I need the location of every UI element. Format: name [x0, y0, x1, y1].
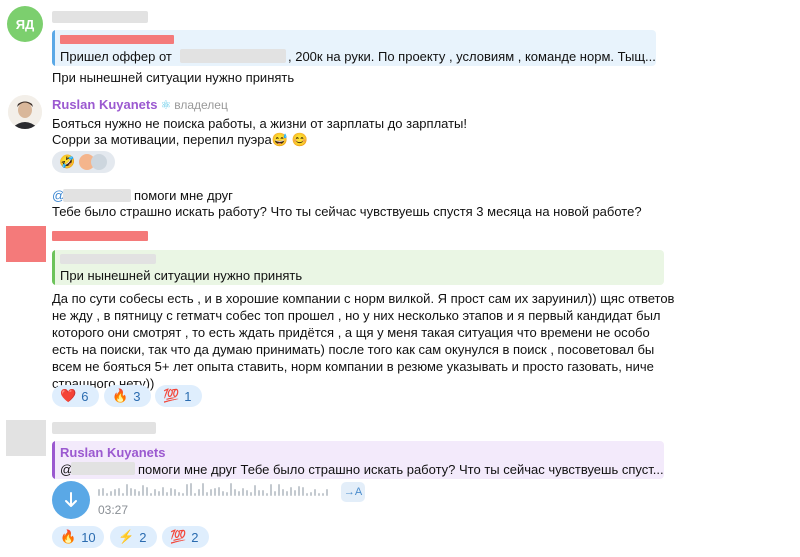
quote-author: Ruslan Kuyanets — [60, 445, 166, 460]
author-role: владелец — [174, 97, 228, 112]
voice-download-button[interactable] — [52, 481, 90, 519]
avatar[interactable]: ЯД — [7, 6, 43, 42]
message-line-2: Сорри за мотивации, перепил пуэра😅 😊 — [52, 132, 308, 147]
avatar-redacted[interactable] — [6, 420, 46, 456]
message-text: При нынешней ситуации нужно принять — [52, 70, 295, 85]
mention-redacted[interactable] — [63, 189, 131, 202]
quote-mention-redacted — [71, 462, 135, 475]
transcribe-label: →A — [343, 486, 363, 498]
reaction-hundred[interactable]: 💯 2 — [162, 526, 209, 548]
reaction-count: 2 — [191, 529, 199, 545]
message-line: всем не бояться 5+ лет опыта ставить, но… — [52, 359, 654, 374]
message-line: не жду , в пятницу с гетматч собес топ п… — [52, 308, 661, 323]
quote-text-after: , 200к на руки. По проекту , условиям , … — [288, 49, 656, 64]
message-line-1: Бояться нужно не поиска работы, а жизни … — [52, 116, 468, 131]
author-name-redacted — [52, 422, 156, 434]
download-arrow-icon — [65, 492, 77, 507]
reaction-hundred[interactable]: 💯 1 — [155, 385, 202, 407]
reaction-heart[interactable]: ❤️ 6 — [52, 385, 99, 407]
author-name-redacted — [52, 11, 148, 23]
quote-text-before: Пришел оффер от — [60, 49, 172, 64]
hundred-icon: 💯 — [163, 388, 180, 403]
reaction-count: 2 — [139, 529, 147, 545]
hundred-icon: 💯 — [170, 529, 187, 544]
quote-company-redacted — [180, 49, 286, 63]
reaction-count: 3 — [133, 388, 141, 404]
message-text: Тебе было страшно искать работу? Что ты … — [52, 204, 642, 219]
reaction-fire[interactable]: 🔥 10 — [52, 526, 104, 548]
reaction-lightning[interactable]: ⚡ 2 — [110, 526, 157, 548]
heart-icon: ❤️ — [60, 388, 77, 403]
message-line: которого они смотрят , то есть ждать при… — [52, 325, 650, 340]
message-line: Да по сути собесы есть , и в хорошие ком… — [52, 291, 675, 306]
avatar-redacted[interactable] — [6, 226, 46, 262]
voice-waveform[interactable] — [98, 482, 332, 498]
fire-icon: 🔥 — [112, 388, 129, 403]
reply-quote[interactable]: Пришел оффер от , 200к на руки. По проек… — [52, 30, 656, 66]
reaction-chip[interactable]: 🤣 — [52, 151, 115, 173]
quote-author-redacted — [60, 254, 156, 264]
lightning-icon: ⚡ — [118, 529, 135, 544]
fire-icon: 🔥 — [60, 529, 77, 544]
reply-quote[interactable]: При нынешней ситуации нужно принять — [52, 250, 664, 285]
quote-author-redacted — [60, 35, 174, 44]
reaction-emoji: 🤣 — [59, 154, 76, 169]
react-atom-icon: ⚛ — [160, 97, 172, 112]
transcribe-button[interactable]: →A — [341, 482, 365, 502]
avatar-initials: ЯД — [15, 16, 35, 32]
reaction-count: 10 — [81, 529, 96, 545]
reaction-count: 6 — [81, 388, 89, 404]
message-line: есть на поиски, так что да думаю принима… — [52, 342, 655, 357]
reactor-avatar — [91, 154, 107, 170]
reaction-fire[interactable]: 🔥 3 — [104, 385, 151, 407]
author-name-redacted — [52, 231, 148, 241]
author-name[interactable]: Ruslan Kuyanets — [52, 97, 157, 112]
quote-text: помоги мне друг Тебе было страшно искать… — [138, 462, 664, 477]
message-body: Да по сути собесы есть , и в хорошие ком… — [52, 290, 674, 392]
reply-quote[interactable]: Ruslan Kuyanets @ помоги мне друг Тебе б… — [52, 441, 664, 479]
mention-after: помоги мне друг — [134, 188, 233, 203]
reaction-count: 1 — [184, 388, 192, 404]
avatar[interactable] — [8, 95, 42, 129]
quote-text: При нынешней ситуации нужно принять — [60, 268, 303, 283]
voice-duration: 03:27 — [98, 503, 129, 517]
